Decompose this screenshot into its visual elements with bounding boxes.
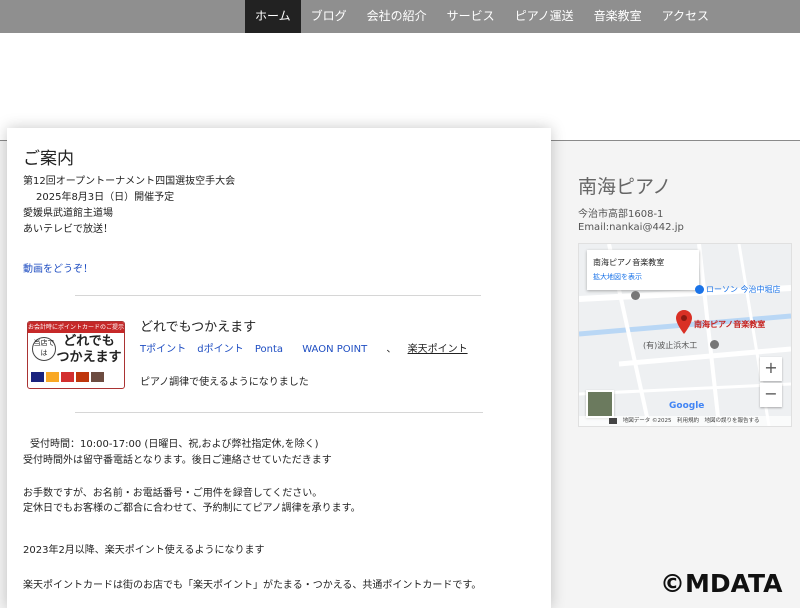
t-point-logo-icon: [31, 372, 44, 382]
rakuten-point-link[interactable]: 楽天ポイント: [408, 344, 468, 355]
point-logo-main-line2: つかえます: [56, 350, 122, 365]
map-label-lawson: ローソン 今治中堀店: [706, 285, 781, 294]
map-info-box: 南海ピアノ音楽教室 拡大地図を表示: [587, 250, 699, 290]
point-card-logo: お会計時にポイントカードのご提示を！ 当店では どれでも つかえます: [27, 321, 125, 389]
point-logo-badge: 当店では: [32, 337, 56, 361]
nav-item-music-school[interactable]: 音楽教室: [584, 0, 652, 33]
google-logo: Google: [669, 401, 705, 411]
satellite-toggle-button[interactable]: [586, 390, 614, 418]
video-link[interactable]: 動画をどうぞ！: [23, 260, 93, 275]
sidebar-company-name: 南海ピアノ: [578, 176, 672, 198]
nav-item-company[interactable]: 会社の紹介: [357, 0, 437, 33]
page-title: ご案内: [23, 149, 74, 169]
sidebar-address: 今治市高部1608-1: [578, 209, 664, 220]
nav-item-piano-transport[interactable]: ピアノ運送: [505, 0, 584, 33]
nav-item-access[interactable]: アクセス: [652, 0, 719, 33]
t-point-link[interactable]: Tポイント: [140, 344, 186, 355]
main-content-card: ご案内 第12回オープントーナメント四国選抜空手大会 2025年8月3日（日）開…: [7, 128, 551, 608]
event-broadcast: あいテレビで放送！: [23, 224, 113, 235]
nav-item-home[interactable]: ホーム: [245, 0, 301, 33]
point-logo-main-line1: どれでも: [63, 334, 115, 349]
recording-instruction: お手数ですが、お名前・お電話番号・ご用件を録音してください。: [23, 488, 323, 499]
rakuten-logo-icon: [76, 372, 89, 382]
divider-2: [75, 412, 483, 413]
watermark: ©MDATA: [660, 569, 783, 598]
map-zoom-out-button[interactable]: −: [760, 383, 782, 407]
waon-point-link[interactable]: WAON POINT: [302, 344, 367, 355]
map-label-pin: 南海ピアノ音楽教室: [694, 320, 766, 329]
event-venue: 愛媛県武道館主道場: [23, 208, 113, 219]
point-logo-top-text: お会計時にポイントカードのご提示を！: [28, 322, 125, 333]
point-brand-logos: [31, 372, 104, 382]
google-map[interactable]: 南海ピアノ音楽教室 拡大地図を表示 ローソン 今治中堀店 南海ピアノ音楽教室 (…: [578, 243, 792, 427]
sidebar-email: Email:nankai@442.jp: [578, 222, 684, 233]
points-heading: どれでもつかえます: [140, 320, 257, 335]
keyboard-icon[interactable]: [609, 418, 617, 424]
point-links: Tポイント dポイント Ponta WAON POINT 、 楽天ポイント: [140, 340, 476, 355]
after-hours-note: 受付時間外は留守番電話となります。後日ご連絡させていただきます: [23, 455, 332, 466]
nav-item-service[interactable]: サービス: [437, 0, 505, 33]
lawson-marker-icon: [695, 285, 704, 294]
d-point-link[interactable]: dポイント: [197, 344, 243, 355]
point-logo-main: どれでも つかえます: [56, 334, 122, 366]
map-info-title: 南海ピアノ音楽教室: [593, 258, 665, 267]
header-banner-area: [0, 33, 800, 140]
rakuten-notice: 2023年2月以降、楽天ポイント使えるようになります: [23, 545, 265, 556]
event-title: 第12回オープントーナメント四国選抜空手大会: [23, 176, 236, 187]
map-enlarge-link[interactable]: 拡大地図を表示: [593, 272, 642, 282]
nav-menu: ホーム ブログ 会社の紹介 サービス ピアノ運送 音楽教室 アクセス: [245, 0, 719, 33]
map-zoom-in-button[interactable]: +: [760, 357, 782, 381]
divider-1: [75, 295, 481, 296]
company-marker-icon: [710, 340, 719, 349]
piano-points-note: ピアノ調律で使えるようになりました: [140, 377, 309, 388]
map-label-company: (有)波止浜木工: [643, 341, 698, 350]
nav-item-blog[interactable]: ブログ: [301, 0, 357, 33]
business-hours: 受付時間：10:00-17:00 (日曜日、祝,および弊社指定休,を除く): [30, 439, 319, 450]
map-attribution-text[interactable]: 地図データ ©2025 利用規約 地図の誤りを報告する: [623, 418, 760, 424]
top-navbar: ホーム ブログ 会社の紹介 サービス ピアノ運送 音楽教室 アクセス: [0, 0, 800, 33]
ponta-link[interactable]: Ponta: [255, 344, 283, 355]
holiday-note: 定休日でもお客様のご都合に合わせて、予約制にてピアノ調律を承ります。: [23, 503, 361, 514]
ponta-logo-icon: [46, 372, 59, 382]
rakuten-description: 楽天ポイントカードは街のお店でも「楽天ポイント」がたまる・つかえる、共通ポイント…: [23, 580, 482, 591]
poi-marker-icon: [631, 291, 640, 300]
d-point-logo-icon: [61, 372, 74, 382]
map-pin-icon[interactable]: [676, 310, 692, 334]
map-attribution: 地図データ ©2025 利用規約 地図の誤りを報告する: [579, 416, 791, 426]
event-date: 2025年8月3日（日）開催予定: [36, 192, 175, 203]
waon-logo-icon: [91, 372, 104, 382]
points-separator: 、: [386, 344, 397, 355]
